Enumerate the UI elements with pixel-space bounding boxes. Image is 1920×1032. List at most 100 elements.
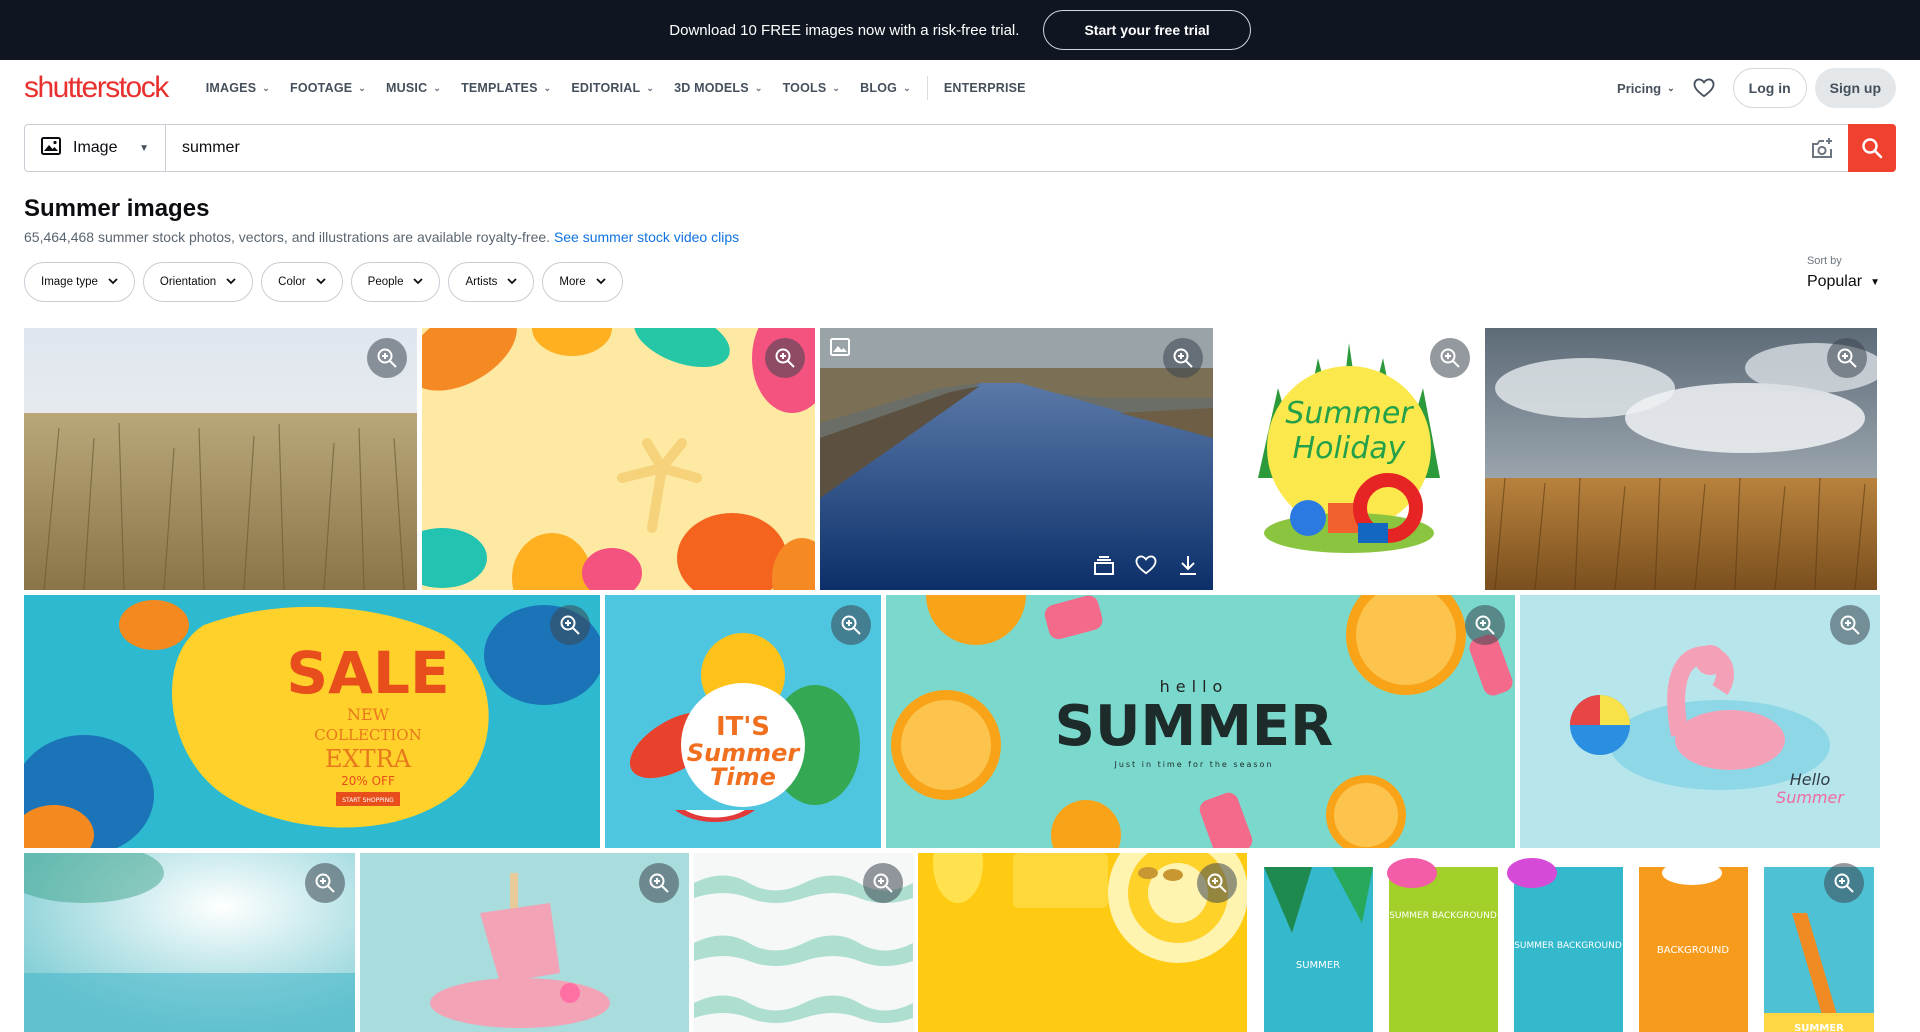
season-text: Just in time for the season xyxy=(1113,760,1273,769)
image-tile-tie-dye[interactable] xyxy=(694,853,913,1032)
chevron-down-icon: ⌄ xyxy=(832,82,841,93)
search-by-image-camera-icon[interactable] xyxy=(1796,125,1848,171)
search-type-label: Image xyxy=(73,139,118,156)
zoom-icon[interactable] xyxy=(765,338,805,378)
zoom-icon[interactable] xyxy=(305,863,345,903)
nav-item-enterprise[interactable]: ENTERPRISE xyxy=(934,81,1036,95)
image-tile-hello-summer[interactable]: hello SUMMER Just in time for the season xyxy=(886,595,1515,848)
chevron-down-icon: ⌄ xyxy=(903,82,911,93)
filter-orientation[interactable]: Orientation xyxy=(142,262,254,302)
sort-control[interactable]: Sort by Popular ▼ xyxy=(1807,255,1896,291)
image-tile-popsicle[interactable] xyxy=(360,853,689,1032)
promo-text: Download 10 FREE images now with a risk-… xyxy=(669,21,1020,39)
search-submit-button[interactable] xyxy=(1848,124,1896,172)
image-tile-tropical-frame[interactable] xyxy=(422,328,815,590)
image-tile-summer-stories[interactable]: SUMMER SUMMER BACKGROUND SUMMER BACKGROU… xyxy=(1252,853,1874,1032)
nav-item-templates[interactable]: TEMPLATES ⌄ xyxy=(451,81,561,95)
nav-item-editorial[interactable]: EDITORIAL ⌄ xyxy=(561,81,664,95)
image-tile-summer-time[interactable]: IT'S Summer Time xyxy=(605,595,881,848)
download-icon[interactable] xyxy=(1173,550,1203,580)
flamingo-summer-text: Summer xyxy=(1776,788,1845,807)
zoom-icon[interactable] xyxy=(1163,338,1203,378)
image-tile-yellow-flatlay[interactable] xyxy=(918,853,1247,1032)
zoom-icon[interactable] xyxy=(367,338,407,378)
image-tile-river[interactable] xyxy=(820,328,1213,590)
filter-artists[interactable]: Artists xyxy=(448,262,535,302)
chevron-down-icon: ⌄ xyxy=(1667,82,1675,93)
zoom-icon[interactable] xyxy=(1430,338,1470,378)
signup-button[interactable]: Sign up xyxy=(1814,68,1896,108)
summer-sale-banner-image: SALE NEW COLLECTION EXTRA 20% OFF START … xyxy=(24,595,600,848)
chevron-down-icon xyxy=(507,276,518,288)
summer-time-time: Time xyxy=(710,763,776,791)
add-to-collection-icon[interactable] xyxy=(1089,550,1119,580)
search-input[interactable] xyxy=(166,125,1796,171)
image-tile-blurred-beach[interactable] xyxy=(24,853,355,1032)
image-tile-wheat-field[interactable] xyxy=(24,328,417,590)
nav-item-3d-models[interactable]: 3D MODELS ⌄ xyxy=(664,81,772,95)
filter-people[interactable]: People xyxy=(350,262,441,302)
zoom-icon[interactable] xyxy=(639,863,679,903)
chevron-down-icon xyxy=(316,276,326,288)
filter-more[interactable]: More xyxy=(542,262,623,302)
filter-label: Color xyxy=(278,276,306,288)
filter-image-type[interactable]: Image type xyxy=(24,262,135,302)
nav-item-label: TOOLS xyxy=(782,81,827,95)
flamingo-hello-text: Hello xyxy=(1790,770,1831,789)
shutterstock-logo[interactable]: shutterstock xyxy=(24,71,169,105)
start-free-trial-button[interactable]: Start your free trial xyxy=(1043,10,1251,50)
image-type-icon xyxy=(830,338,850,361)
nav-item-label: BLOG xyxy=(860,81,898,95)
image-tile-flamingo[interactable]: Hello Summer xyxy=(1520,595,1880,848)
sort-selected: Popular xyxy=(1806,273,1863,290)
chevron-down-icon: ⌄ xyxy=(543,82,552,93)
image-tile-summer-sale[interactable]: SALE NEW COLLECTION EXTRA 20% OFF START … xyxy=(24,595,600,848)
hello-summer-oranges-image: hello SUMMER Just in time for the season xyxy=(886,595,1515,848)
promo-banner: Download 10 FREE images now with a risk-… xyxy=(0,0,1920,60)
nav-item-footage[interactable]: FOOTAGE ⌄ xyxy=(280,81,376,95)
nav-item-label: 3D MODELS xyxy=(674,81,749,95)
filter-label: More xyxy=(559,276,586,288)
image-actions xyxy=(1089,550,1203,580)
login-button[interactable]: Log in xyxy=(1732,68,1807,108)
zoom-icon[interactable] xyxy=(550,605,590,645)
favorites-heart-icon[interactable] xyxy=(1691,75,1717,101)
filter-color[interactable]: Color xyxy=(261,262,343,302)
story-text-1: SUMMER xyxy=(1296,960,1340,971)
wheat-field-image xyxy=(24,328,417,590)
favorite-heart-icon[interactable] xyxy=(1131,550,1161,580)
image-row: Summer Holiday xyxy=(24,328,1877,590)
zoom-icon[interactable] xyxy=(1465,605,1505,645)
sale-shop-text: START SHOPPING xyxy=(342,797,394,804)
zoom-icon[interactable] xyxy=(1827,338,1867,378)
zoom-icon[interactable] xyxy=(831,605,871,645)
pricing-menu[interactable]: Pricing ⌄ xyxy=(1617,81,1675,96)
story-text-2: SUMMER BACKGROUND xyxy=(1389,911,1497,921)
zoom-icon[interactable] xyxy=(1824,863,1864,903)
nav-item-blog[interactable]: BLOG ⌄ xyxy=(850,81,921,95)
image-tile-wheat-cloudy[interactable] xyxy=(1485,328,1877,590)
search-type-dropdown[interactable]: Image ▼ xyxy=(25,125,166,171)
results-count-text: 65,464,468 summer stock photos, vectors,… xyxy=(24,229,1896,245)
image-tile-summer-holiday[interactable]: Summer Holiday xyxy=(1218,328,1480,590)
pricing-label: Pricing xyxy=(1617,80,1662,96)
sale-extra-text: EXTRA xyxy=(325,745,412,773)
chevron-down-icon: ⌄ xyxy=(646,82,655,93)
nav-item-label: EDITORIAL xyxy=(571,81,641,95)
zoom-icon[interactable] xyxy=(1830,605,1870,645)
caret-down-icon: ▼ xyxy=(139,142,149,154)
nav-item-music[interactable]: MUSIC ⌄ xyxy=(376,81,451,95)
page-title: Summer images xyxy=(24,195,210,222)
zoom-icon[interactable] xyxy=(1197,863,1237,903)
nav-item-images[interactable]: IMAGES ⌄ xyxy=(196,81,280,95)
summer-background-stories-image: SUMMER SUMMER BACKGROUND SUMMER BACKGROU… xyxy=(1252,853,1874,1032)
caret-down-icon: ▼ xyxy=(1870,276,1880,288)
story-text-4: BACKGROUND xyxy=(1657,945,1729,956)
image-row: SALE NEW COLLECTION EXTRA 20% OFF START … xyxy=(24,595,1880,848)
results-count: 65,464,468 summer stock photos, vectors,… xyxy=(24,229,551,245)
nav-item-label: IMAGES xyxy=(205,81,257,95)
zoom-icon[interactable] xyxy=(863,863,903,903)
nav-item-tools[interactable]: TOOLS ⌄ xyxy=(773,81,851,95)
chevron-down-icon: ⌄ xyxy=(262,82,270,93)
see-video-clips-link[interactable]: See summer stock video clips xyxy=(554,229,739,245)
